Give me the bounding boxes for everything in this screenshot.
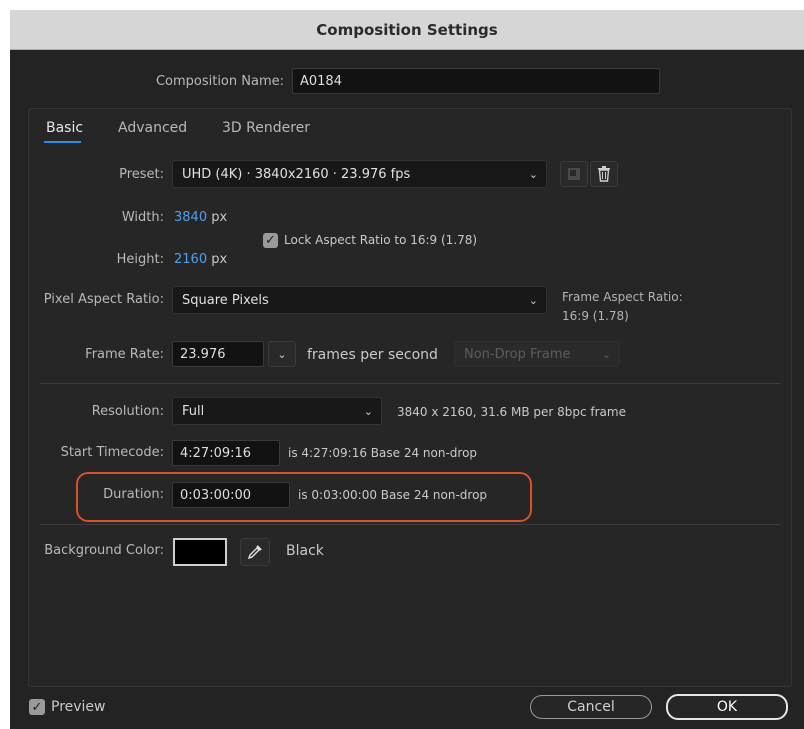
settings-panel <box>28 108 792 687</box>
pixel-aspect-value: Square Pixels <box>182 292 269 308</box>
width-label: Width: <box>121 210 164 225</box>
start-timecode-input[interactable]: 4:27:09:16 <box>172 440 280 466</box>
duration-info: is 0:03:00:00 Base 24 non-drop <box>298 488 488 502</box>
pixel-aspect-select[interactable]: Square Pixels ⌄ <box>172 286 547 314</box>
tab-advanced[interactable]: Advanced <box>118 120 187 136</box>
delete-preset-button[interactable] <box>590 161 618 187</box>
preview-checkbox[interactable]: ✓ <box>29 699 45 715</box>
dialog-title: Composition Settings <box>10 10 804 50</box>
resolution-value: Full <box>182 403 205 419</box>
chevron-down-icon: ⌄ <box>528 168 538 181</box>
resolution-label: Resolution: <box>91 404 164 419</box>
cancel-button[interactable]: Cancel <box>530 695 652 719</box>
eyedropper-button[interactable] <box>240 538 270 566</box>
save-preset-button[interactable] <box>560 161 588 187</box>
resolution-info: 3840 x 2160, 31.6 MB per 8bpc frame <box>397 405 626 419</box>
preset-select[interactable]: UHD (4K) · 3840x2160 · 23.976 fps ⌄ <box>172 160 547 188</box>
preset-value: UHD (4K) · 3840x2160 · 23.976 fps <box>182 166 411 182</box>
duration-label: Duration: <box>103 487 164 502</box>
pixel-aspect-label: Pixel Aspect Ratio: <box>43 292 164 307</box>
start-timecode-info: is 4:27:09:16 Base 24 non-drop <box>288 446 478 460</box>
preset-label: Preset: <box>119 167 164 182</box>
frame-rate-label: Frame Rate: <box>85 347 164 362</box>
chevron-down-icon: ⌄ <box>601 348 611 361</box>
chevron-down-icon: ⌄ <box>277 347 287 361</box>
background-color-label: Background Color: <box>44 543 164 558</box>
drop-frame-select[interactable]: Non-Drop Frame ⌄ <box>454 341 620 367</box>
background-color-swatch[interactable] <box>173 538 227 566</box>
preview-label: Preview <box>51 699 106 715</box>
chevron-down-icon: ⌄ <box>528 294 538 307</box>
start-timecode-label: Start Timecode: <box>60 445 164 460</box>
frame-aspect-label: Frame Aspect Ratio: <box>562 290 683 304</box>
background-color-name: Black <box>286 543 324 559</box>
tab-basic[interactable]: Basic <box>46 120 83 136</box>
height-label: Height: <box>116 252 164 267</box>
height-row: 2160 px <box>174 252 227 267</box>
lock-aspect-checkbox[interactable]: ✓ <box>263 233 278 248</box>
save-preset-icon <box>568 168 580 180</box>
section-divider <box>40 524 780 525</box>
chevron-down-icon: ⌄ <box>363 405 373 418</box>
tab-3d-renderer[interactable]: 3D Renderer <box>222 120 310 136</box>
width-value[interactable]: 3840 <box>174 210 207 225</box>
comp-name-label: Composition Name: <box>155 74 284 89</box>
height-unit: px <box>211 252 228 267</box>
ok-button[interactable]: OK <box>666 694 788 720</box>
frame-rate-input[interactable]: 23.976 <box>172 341 264 367</box>
drop-frame-value: Non-Drop Frame <box>464 346 571 362</box>
duration-input[interactable]: 0:03:00:00 <box>172 482 290 508</box>
width-row: 3840 px <box>174 210 227 225</box>
section-divider <box>40 383 780 384</box>
comp-name-input[interactable]: A0184 <box>292 68 660 94</box>
tab-active-indicator <box>44 141 81 143</box>
trash-icon <box>598 166 610 182</box>
frames-per-second-label: frames per second <box>307 347 438 363</box>
frame-aspect-value: 16:9 (1.78) <box>562 309 629 323</box>
resolution-select[interactable]: Full ⌄ <box>172 397 382 425</box>
lock-aspect-label: Lock Aspect Ratio to 16:9 (1.78) <box>284 233 478 247</box>
frame-rate-dropdown-button[interactable]: ⌄ <box>268 341 296 367</box>
eyedropper-icon <box>247 545 262 560</box>
height-value[interactable]: 2160 <box>174 252 207 267</box>
width-unit: px <box>211 210 228 225</box>
